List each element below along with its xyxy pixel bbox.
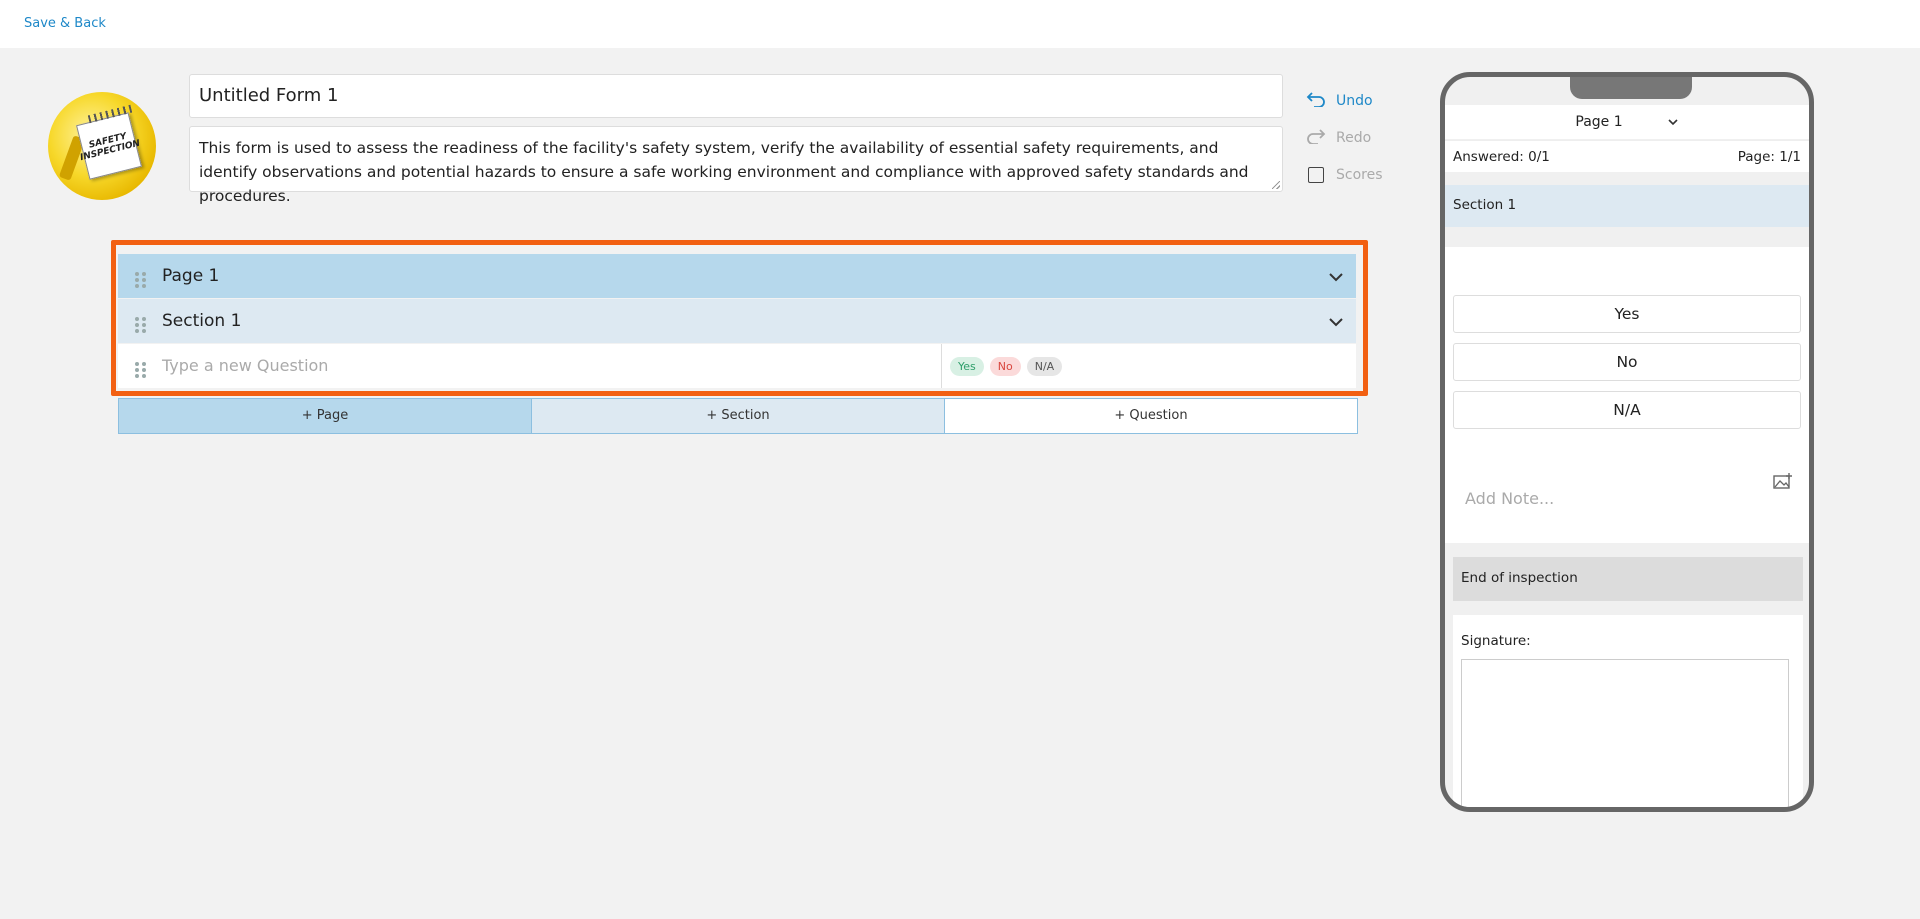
mobile-preview: Page 1 Answered: 0/1 Page: 1/1 Section 1…: [1440, 72, 1814, 812]
page-count: Page: 1/1: [1737, 148, 1801, 165]
preview-page-select[interactable]: Page 1: [1445, 105, 1809, 139]
form-title-input[interactable]: Untitled Form 1: [189, 74, 1283, 118]
top-bar: Save & Back: [0, 0, 1920, 48]
preview-option-no[interactable]: No: [1453, 343, 1801, 381]
scores-label: Scores: [1336, 167, 1383, 183]
answer-pill-na: N/A: [1026, 356, 1063, 376]
response-type-selector[interactable]: Yes No N/A: [942, 356, 1063, 376]
signature-label: Signature:: [1461, 633, 1531, 649]
undo-button[interactable]: Undo: [1306, 91, 1383, 112]
signature-card: Signature:: [1453, 615, 1803, 807]
question-row: Type a new Question Yes No N/A: [118, 344, 1356, 388]
resize-handle[interactable]: [1272, 181, 1280, 189]
undo-label: Undo: [1336, 93, 1373, 109]
scores-toggle[interactable]: Scores: [1306, 166, 1383, 184]
preview-page-label: Page 1: [1575, 114, 1623, 130]
signature-pad[interactable]: [1461, 659, 1789, 807]
phone-notch: [1570, 77, 1692, 99]
chevron-down-icon[interactable]: [1316, 267, 1356, 286]
form-logo[interactable]: SAFETY INSPECTION: [48, 92, 156, 200]
answer-pill-no: No: [989, 356, 1021, 376]
save-and-back-link[interactable]: Save & Back: [24, 16, 106, 31]
redo-button[interactable]: Redo: [1306, 128, 1383, 149]
side-actions: Undo Redo Scores: [1306, 91, 1383, 203]
drag-handle-icon[interactable]: [118, 309, 162, 333]
chevron-down-icon: [1667, 115, 1679, 129]
preview-option-yes[interactable]: Yes: [1453, 295, 1801, 333]
redo-icon: [1306, 128, 1326, 149]
answer-pill-yes: Yes: [950, 356, 984, 376]
logo-card: SAFETY INSPECTION: [76, 112, 142, 180]
form-description-textarea[interactable]: This form is used to assess the readines…: [189, 126, 1283, 205]
add-item-bar: + Page + Section + Question: [118, 398, 1358, 434]
form-description-text: This form is used to assess the readines…: [199, 139, 1249, 205]
scores-checkbox[interactable]: [1308, 167, 1324, 183]
question-input[interactable]: Type a new Question: [162, 344, 942, 388]
redo-label: Redo: [1336, 130, 1372, 146]
chevron-down-icon[interactable]: [1316, 312, 1356, 331]
add-section-button[interactable]: + Section: [531, 399, 944, 433]
add-image-icon[interactable]: [1773, 473, 1793, 489]
preview-option-na[interactable]: N/A: [1453, 391, 1801, 429]
end-of-inspection-header: End of inspection: [1453, 557, 1803, 601]
page-row[interactable]: Page 1: [118, 254, 1356, 298]
preview-status-bar: Answered: 0/1 Page: 1/1: [1445, 140, 1809, 172]
preview-question-card: Yes No N/A Add Note...: [1445, 247, 1809, 543]
undo-icon: [1306, 91, 1326, 112]
drag-handle-icon[interactable]: [118, 264, 162, 288]
page-row-label: Page 1: [162, 266, 220, 286]
answered-count: Answered: 0/1: [1453, 148, 1550, 165]
drag-handle-icon[interactable]: [118, 354, 162, 378]
preview-section-header: Section 1: [1445, 185, 1809, 227]
add-page-button[interactable]: + Page: [119, 399, 531, 433]
add-question-button[interactable]: + Question: [944, 399, 1357, 433]
add-note-input[interactable]: Add Note...: [1465, 489, 1554, 508]
section-row[interactable]: Section 1: [118, 299, 1356, 343]
section-row-label: Section 1: [162, 311, 242, 331]
